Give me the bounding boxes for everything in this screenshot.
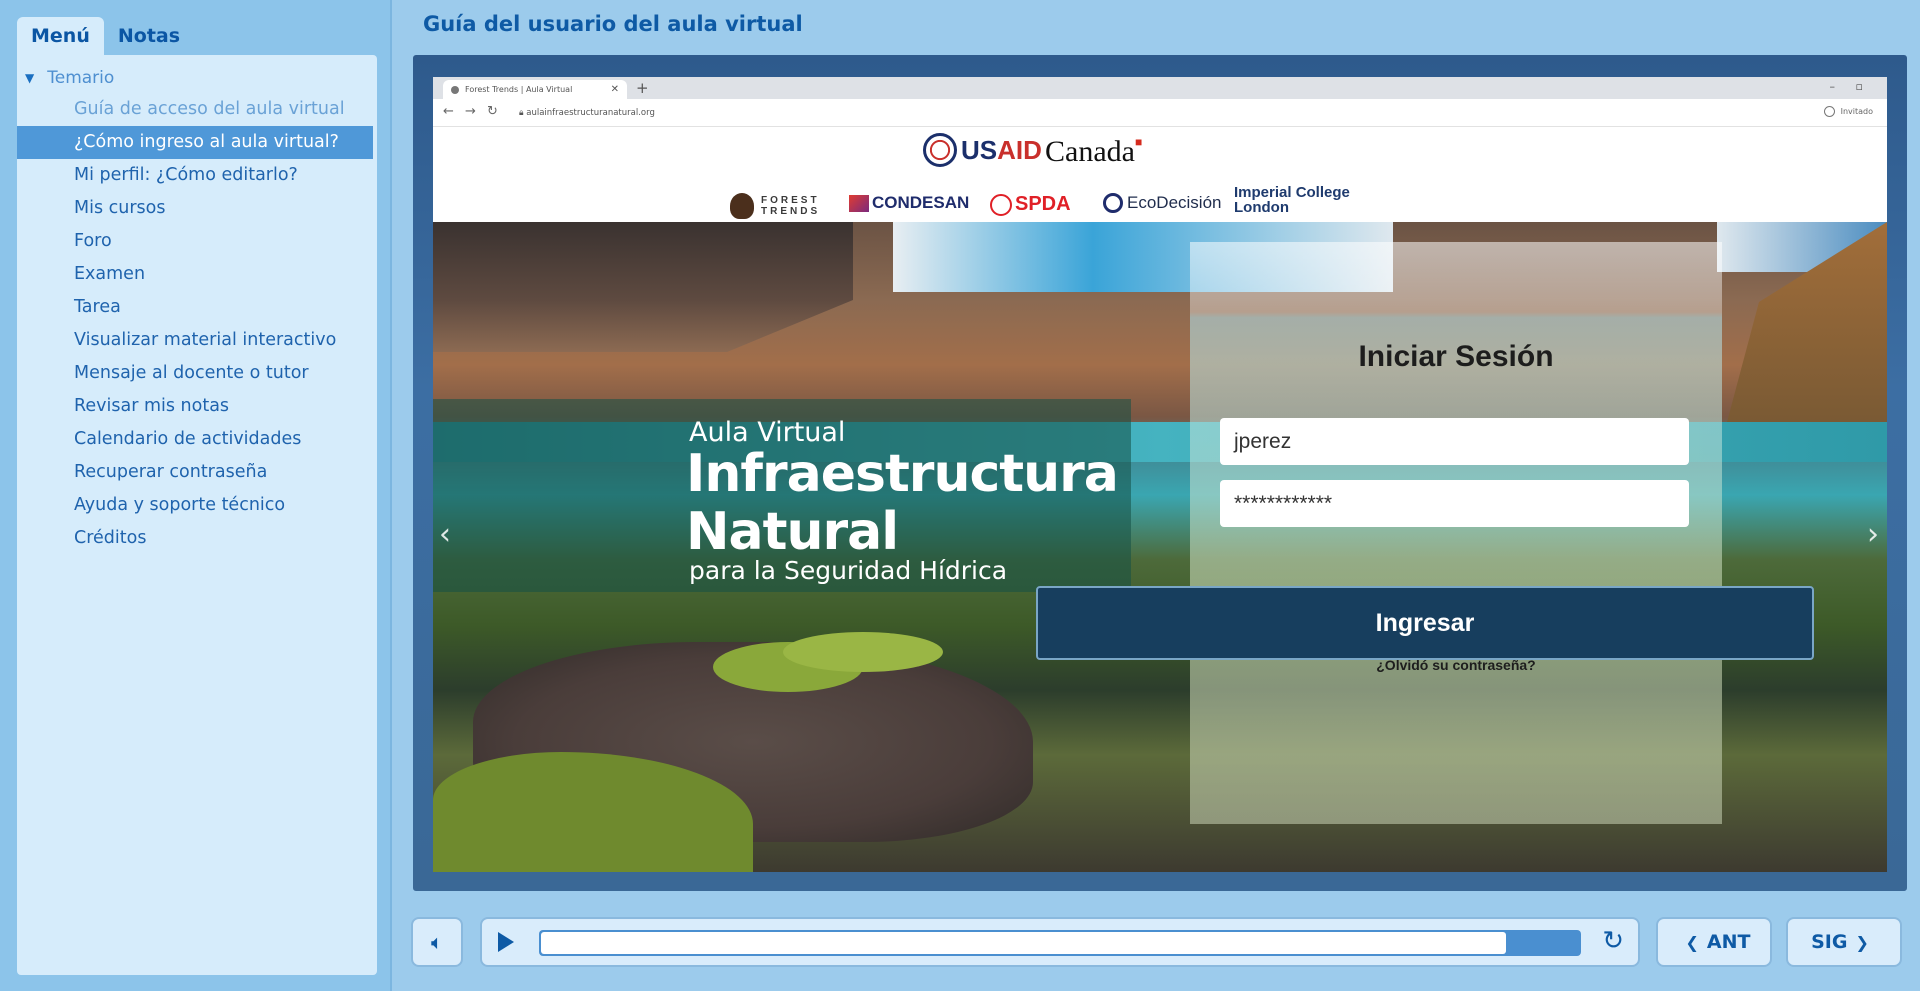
ecodecision-text: EcoDecisión — [1127, 193, 1222, 212]
password-field: ************ — [1220, 480, 1689, 527]
condesan-mark-icon — [849, 194, 869, 212]
collapse-triangle-icon[interactable]: ▼ — [25, 71, 34, 85]
sidebar-item-mensaje-docente[interactable]: Mensaje al docente o tutor — [17, 357, 377, 390]
tree-title: Temario — [47, 68, 115, 88]
page-title: Guía del usuario del aula virtual — [423, 12, 803, 36]
prev-label: ANT — [1706, 931, 1751, 953]
condesan-text: CONDESAN — [872, 193, 970, 212]
carousel-prev-icon: ‹ — [439, 517, 451, 552]
sidebar-item-mis-cursos[interactable]: Mis cursos — [17, 192, 377, 225]
condesan-logo: CONDESAN — [849, 193, 969, 213]
sidebar-item-calendario[interactable]: Calendario de actividades — [17, 423, 377, 456]
usaid-seal-icon — [923, 133, 957, 167]
next-button[interactable]: SIG ❯ — [1786, 917, 1902, 967]
next-label: SIG — [1811, 931, 1848, 953]
hero-headline: Infraestructura Natural — [686, 444, 1119, 562]
chevron-right-icon: ❯ — [1855, 932, 1869, 952]
tab-menu[interactable]: Menú — [17, 17, 104, 55]
sidebar-item-guia-acceso[interactable]: Guía de acceso del aula virtual — [17, 93, 377, 126]
url-text: aulainfraestructuranatural.org — [526, 108, 655, 118]
spda-logo: SPDA — [990, 193, 1071, 216]
play-icon[interactable] — [498, 932, 514, 952]
guest-profile: Invitado — [1823, 106, 1873, 117]
tab-notes[interactable]: Notas — [104, 17, 194, 55]
sidebar-item-material-interactivo[interactable]: Visualizar material interactivo — [17, 324, 377, 357]
canada-flag-icon: ■ — [1134, 135, 1143, 149]
seek-bar[interactable] — [539, 930, 1581, 956]
player-bar: ↻ — [480, 917, 1640, 967]
imperial-text: Imperial College London — [1234, 184, 1350, 216]
slide-stage: Forest Trends | Aula Virtual ✕ + – ▫ ← →… — [413, 55, 1907, 891]
login-card: Iniciar Sesión jperez ************ ¿Olvi… — [1190, 242, 1722, 824]
imperial-logo: Imperial College London — [1234, 185, 1354, 215]
sidebar-item-examen[interactable]: Examen — [17, 258, 377, 291]
sidebar-item-tarea[interactable]: Tarea — [17, 291, 377, 324]
usaid-logo-aid: AID — [997, 134, 1042, 165]
canada-logo: Canada■ — [1045, 135, 1142, 169]
ecodecision-logo: EcoDecisión — [1103, 193, 1222, 213]
browser-tabbar: Forest Trends | Aula Virtual ✕ + – ▫ — [433, 77, 1887, 99]
forest-trends-logo: FOREST TRENDS — [730, 193, 836, 219]
hero-text-band: Aula Virtual Infraestructura Natural par… — [433, 399, 1131, 592]
profile-icon — [1823, 106, 1835, 117]
site-header: USAID Canada■ FOREST TRENDS CONDESAN SPD… — [433, 127, 1887, 222]
tree-header[interactable]: ▼ Temario — [25, 63, 114, 93]
hero-line-seguridad: para la Seguridad Hídrica — [689, 556, 1008, 585]
reload-icon: ↻ — [487, 104, 498, 119]
browser-screenshot: Forest Trends | Aula Virtual ✕ + – ▫ ← →… — [433, 77, 1887, 872]
browser-urlbar: ← → ↻ 🔒︎ aulainfraestructuranatural.org … — [433, 99, 1887, 127]
favicon-icon — [451, 85, 459, 94]
hero-banner: Aula Virtual Infraestructura Natural par… — [433, 222, 1887, 872]
tree-list: Guía de acceso del aula virtual ¿Cómo in… — [17, 93, 377, 555]
seek-progress — [541, 932, 1506, 954]
sidebar-item-ayuda-soporte[interactable]: Ayuda y soporte técnico — [17, 489, 377, 522]
spda-mark-icon — [990, 193, 1012, 216]
tab-close-icon: ✕ — [610, 84, 619, 95]
minimize-icon: – — [1829, 80, 1836, 93]
sidebar-item-mi-perfil[interactable]: Mi perfil: ¿Cómo editarlo? — [17, 159, 377, 192]
chevron-left-icon: ❮ — [1685, 932, 1699, 952]
usaid-logo: USAID — [923, 133, 1042, 167]
login-title: Iniciar Sesión — [1358, 340, 1554, 373]
hero-mountain — [433, 222, 853, 352]
sidebar-item-recuperar-contrasena[interactable]: Recuperar contraseña — [17, 456, 377, 489]
sidebar-item-como-ingreso[interactable]: ¿Cómo ingreso al aula virtual? — [17, 126, 373, 159]
sidebar-item-revisar-notas[interactable]: Revisar mis notas — [17, 390, 377, 423]
restore-icon: ▫ — [1855, 80, 1863, 93]
canada-wordmark: Canada — [1045, 135, 1135, 168]
back-icon: ← — [443, 104, 454, 119]
carousel-next-icon: › — [1867, 517, 1879, 552]
sidebar-tabs: Menú Notas — [17, 17, 194, 55]
spda-text: SPDA — [1015, 193, 1071, 215]
guest-label: Invitado — [1840, 107, 1873, 116]
forest-trends-tree-icon — [730, 193, 754, 219]
ecodecision-mark-icon — [1103, 193, 1123, 213]
forward-icon: → — [465, 104, 476, 119]
sidebar-item-creditos[interactable]: Créditos — [17, 522, 377, 555]
username-field: jperez — [1220, 418, 1689, 465]
usaid-logo-us: US — [961, 134, 998, 165]
volume-button[interactable]: 🔈︎ — [411, 917, 463, 967]
forest-trends-text: FOREST TRENDS — [761, 195, 821, 217]
sidebar: Menú Notas ▼ Temario Guía de acceso del … — [0, 0, 392, 991]
prev-button[interactable]: ❮ ANT — [1656, 917, 1772, 967]
url-field: 🔒︎ aulainfraestructuranatural.org — [515, 104, 1755, 122]
hero-line-infraestructura: Infraestructura — [686, 444, 1119, 504]
browser-tab: Forest Trends | Aula Virtual ✕ — [443, 80, 627, 99]
sidebar-item-foro[interactable]: Foro — [17, 225, 377, 258]
speaker-icon: 🔈︎ — [431, 930, 443, 954]
new-tab-icon: + — [636, 79, 649, 97]
replay-icon[interactable]: ↻ — [1602, 927, 1624, 955]
hero-moss — [783, 632, 943, 672]
browser-tab-title: Forest Trends | Aula Virtual — [465, 85, 573, 94]
sidebar-panel: ▼ Temario Guía de acceso del aula virtua… — [17, 55, 377, 975]
hero-line-natural: Natural — [686, 502, 899, 562]
login-submit-button: Ingresar — [1036, 586, 1814, 660]
